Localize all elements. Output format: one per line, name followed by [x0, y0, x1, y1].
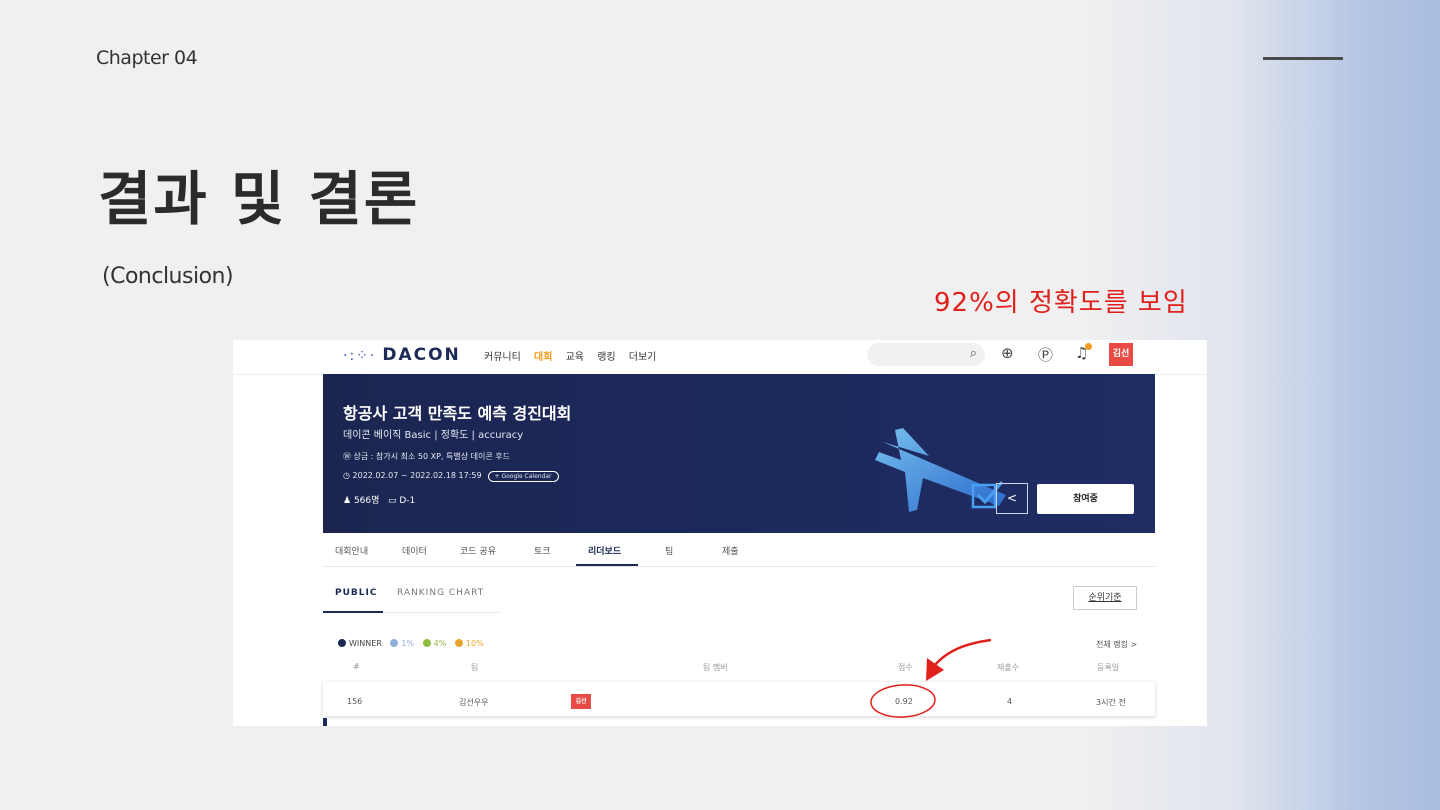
arrow-head-icon [926, 658, 944, 681]
arrow-stroke [929, 638, 992, 671]
score-circle [870, 684, 936, 718]
chapter-label: Chapter 04 [96, 47, 198, 69]
dacon-screenshot: ·:⁘· DACON 커뮤니티 대회 교육 랭킹 더보기 ⌕ ⊕ Ⓟ ♫ 김선 항… [233, 340, 1207, 726]
slide-subtitle: (Conclusion) [102, 264, 234, 289]
score-annotation [870, 638, 992, 718]
top-divider [1263, 57, 1343, 60]
accuracy-note: 92%의 정확도를 보임 [934, 288, 1188, 318]
slide-title: 결과 및 결론 [98, 165, 420, 233]
